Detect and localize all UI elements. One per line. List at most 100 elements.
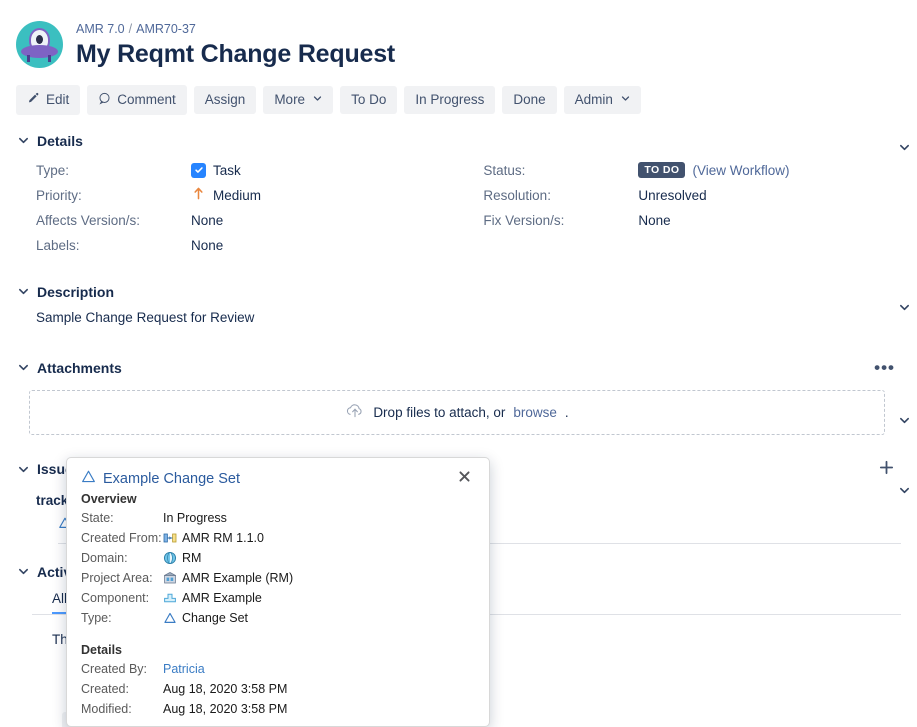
popup-label-component: Component: <box>81 591 163 605</box>
collapse-description-chevron[interactable] <box>896 299 912 315</box>
field-value-fix-version: None <box>638 208 901 233</box>
popup-value-component-text: AMR Example <box>182 591 262 605</box>
field-label-type: Type: <box>36 158 191 183</box>
field-label-fix-version: Fix Version/s: <box>483 208 638 233</box>
status-badge[interactable]: TO DO <box>638 162 685 178</box>
popup-row-created-from: Created From: AMR RM 1.1.0 <box>81 528 475 548</box>
popup-label-created-from: Created From: <box>81 531 163 545</box>
attachments-section-header: Attachments ••• <box>16 359 901 377</box>
popup-value-type-text: Change Set <box>182 611 248 625</box>
more-button-label: More <box>274 93 305 107</box>
details-right-values: TO DO (View Workflow) Unresolved None <box>638 158 901 258</box>
popup-label-project-area: Project Area: <box>81 571 163 585</box>
popup-title-row: Example Change Set <box>81 469 475 488</box>
assign-button-label: Assign <box>205 93 246 107</box>
attachments-heading: Attachments <box>37 360 122 376</box>
popup-value-created-by: Patricia <box>163 662 205 676</box>
status-done-button[interactable]: Done <box>502 86 556 114</box>
edit-button[interactable]: Edit <box>16 85 80 115</box>
popup-value-modified: Aug 18, 2020 3:58 PM <box>163 702 287 716</box>
breadcrumb-separator: / <box>129 22 132 36</box>
popup-value-project-area: AMR Example (RM) <box>163 571 293 585</box>
attachment-dropzone[interactable]: Drop files to attach, or browse. <box>29 390 885 435</box>
popup-row-modified: Modified: Aug 18, 2020 3:58 PM <box>81 699 475 719</box>
popup-value-type: Change Set <box>163 611 248 625</box>
description-body: Sample Change Request for Review <box>16 310 901 325</box>
view-workflow-link[interactable]: (View Workflow) <box>692 163 789 178</box>
close-icon[interactable] <box>454 469 475 487</box>
status-todo-label: To Do <box>351 93 386 107</box>
popup-title-link[interactable]: Example Change Set <box>81 469 240 488</box>
admin-button[interactable]: Admin <box>564 86 641 114</box>
dropzone-period: . <box>565 405 569 420</box>
breadcrumb-issue-link[interactable]: AMR70-37 <box>136 22 196 36</box>
field-value-priority: Medium <box>191 183 483 208</box>
chevron-down-icon[interactable] <box>16 134 30 148</box>
collapse-issuelinks-chevron[interactable] <box>896 482 912 498</box>
popup-value-created: Aug 18, 2020 3:58 PM <box>163 682 287 696</box>
breadcrumb-project-link[interactable]: AMR 7.0 <box>76 22 125 36</box>
field-label-status: Status: <box>483 158 638 183</box>
chevron-down-icon[interactable] <box>16 285 30 299</box>
ellipsis-icon[interactable]: ••• <box>868 359 901 377</box>
popup-row-created-by: Created By: Patricia <box>81 659 475 679</box>
popup-label-type: Type: <box>81 611 163 625</box>
popup-row-created: Created: Aug 18, 2020 3:58 PM <box>81 679 475 699</box>
details-left-column: Type: Priority: Affects Version/s: Label… <box>36 158 483 258</box>
details-right-column: Status: Resolution: Fix Version/s: TO DO… <box>483 158 901 258</box>
pencil-icon <box>27 92 40 108</box>
collapse-attachments-chevron[interactable] <box>896 412 912 428</box>
popup-value-domain: RM <box>163 551 201 565</box>
details-right-labels: Status: Resolution: Fix Version/s: <box>483 158 638 258</box>
attachments-title-group[interactable]: Attachments <box>16 360 122 376</box>
chevron-down-icon <box>313 94 322 105</box>
status-todo-button[interactable]: To Do <box>340 86 397 114</box>
chevron-down-icon[interactable] <box>16 462 30 476</box>
header-text: AMR 7.0 / AMR70-37 My Reqmt Change Request <box>76 18 395 69</box>
status-inprogress-button[interactable]: In Progress <box>404 86 495 114</box>
more-button[interactable]: More <box>263 86 333 114</box>
popup-row-project-area: Project Area: AMR Example (RM) <box>81 568 475 588</box>
popup-row-domain: Domain: RM <box>81 548 475 568</box>
details-left-values: Task Medium None None <box>191 158 483 258</box>
comment-button-label: Comment <box>117 93 176 107</box>
avatar-leg-right <box>48 55 51 62</box>
upload-cloud-icon <box>345 402 365 422</box>
details-grid: Type: Priority: Affects Version/s: Label… <box>16 158 901 258</box>
popup-label-created-by: Created By: <box>81 662 163 676</box>
status-inprogress-label: In Progress <box>415 93 484 107</box>
component-icon <box>163 591 177 605</box>
task-checkbox-icon <box>191 163 206 178</box>
collapse-details-chevron[interactable] <box>896 139 912 155</box>
attachments-section: Attachments ••• Drop files to attach, or… <box>0 359 917 435</box>
popup-value-created-from-text: AMR RM 1.1.0 <box>182 531 264 545</box>
chevron-down-icon[interactable] <box>16 361 30 375</box>
details-section-header[interactable]: Details <box>16 133 901 149</box>
tab-all[interactable]: All <box>52 591 67 614</box>
comment-icon <box>98 92 111 108</box>
baseline-icon <box>163 531 177 545</box>
chevron-down-icon[interactable] <box>16 565 30 579</box>
field-value-resolution: Unresolved <box>638 183 901 208</box>
details-left-labels: Type: Priority: Affects Version/s: Label… <box>36 158 191 258</box>
field-label-resolution: Resolution: <box>483 183 638 208</box>
field-label-affects-version: Affects Version/s: <box>36 208 191 233</box>
popup-created-by-link[interactable]: Patricia <box>163 662 205 676</box>
popup-value-project-area-text: AMR Example (RM) <box>182 571 293 585</box>
plus-icon[interactable] <box>872 457 901 482</box>
project-area-icon <box>163 571 177 585</box>
popup-label-domain: Domain: <box>81 551 163 565</box>
assign-button[interactable]: Assign <box>194 86 257 114</box>
field-value-labels: None <box>191 233 483 258</box>
description-heading: Description <box>37 284 114 300</box>
popup-value-created-from: AMR RM 1.1.0 <box>163 531 264 545</box>
page-title: My Reqmt Change Request <box>76 40 395 69</box>
popup-value-domain-text: RM <box>182 551 201 565</box>
avatar-leg-left <box>27 55 30 62</box>
comment-button[interactable]: Comment <box>87 85 187 115</box>
popup-row-component: Component: AMR Example <box>81 588 475 608</box>
popup-label-created: Created: <box>81 682 163 696</box>
description-section-header[interactable]: Description <box>16 284 901 300</box>
dropzone-text: Drop files to attach, or <box>373 405 505 420</box>
browse-link[interactable]: browse <box>513 405 557 420</box>
